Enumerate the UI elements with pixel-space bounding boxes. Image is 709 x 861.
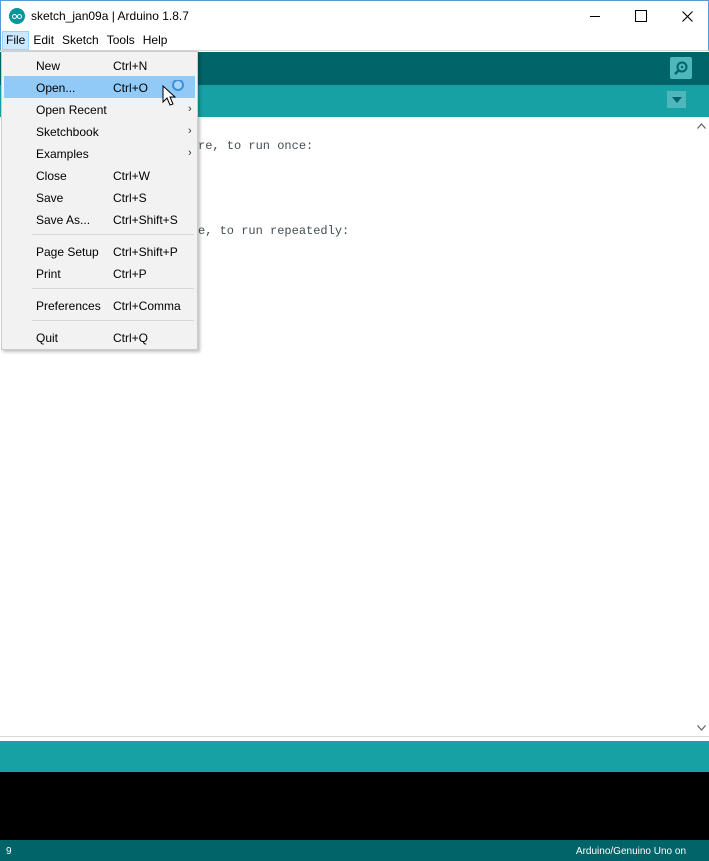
maximize-button[interactable] (618, 1, 664, 31)
code-line-setup-comment: re, to run once: (198, 139, 314, 153)
minimize-button[interactable] (572, 1, 618, 31)
close-button[interactable] (664, 1, 709, 31)
close-icon (681, 10, 693, 22)
file-menu-examples[interactable]: Examples › (4, 142, 195, 164)
file-menu-preferences[interactable]: Preferences Ctrl+Comma (4, 294, 195, 316)
menu-separator (32, 288, 194, 289)
chevron-up-icon (696, 122, 706, 129)
scroll-up-button[interactable] (693, 117, 709, 134)
chevron-down-icon (696, 724, 706, 731)
submenu-arrow-icon: › (188, 147, 192, 159)
arduino-logo-icon (9, 8, 25, 24)
file-menu-quit[interactable]: Quit Ctrl+Q (4, 326, 195, 348)
tab-menu-button[interactable] (667, 91, 686, 108)
file-menu-print[interactable]: Print Ctrl+P (4, 262, 195, 284)
mouse-pointer-busy-icon (162, 80, 184, 106)
board-info: Arduino/Genuino Uno on (575, 846, 686, 857)
window-title: sketch_jan09a | Arduino 1.8.7 (31, 9, 189, 23)
file-menu-page-setup[interactable]: Page Setup Ctrl+Shift+P (4, 240, 195, 262)
submenu-arrow-icon: › (188, 103, 192, 115)
file-menu-sketchbook[interactable]: Sketchbook › (4, 120, 195, 142)
menu-help[interactable]: Help (139, 31, 172, 50)
menu-edit[interactable]: Edit (29, 31, 58, 50)
code-line-loop-comment: e, to run repeatedly: (198, 224, 350, 238)
submenu-arrow-icon: › (188, 125, 192, 137)
serial-monitor-button[interactable] (670, 57, 692, 79)
message-bar (0, 741, 709, 772)
file-menu-new[interactable]: New Ctrl+N (4, 54, 195, 76)
magnifier-icon (674, 61, 688, 75)
title-bar: sketch_jan09a | Arduino 1.8.7 (0, 0, 709, 30)
menu-file[interactable]: File (2, 30, 30, 50)
menu-bar: File Edit Sketch Tools Help (0, 30, 709, 51)
file-menu-save[interactable]: Save Ctrl+S (4, 186, 195, 208)
file-menu-save-as[interactable]: Save As... Ctrl+Shift+S (4, 208, 195, 230)
menu-sketch[interactable]: Sketch (58, 31, 103, 50)
console-output (0, 772, 709, 840)
editor-vertical-scrollbar[interactable] (693, 117, 709, 736)
file-menu-close[interactable]: Close Ctrl+W (4, 164, 195, 186)
menu-tools[interactable]: Tools (103, 31, 139, 50)
scroll-down-button[interactable] (693, 719, 709, 736)
menu-separator (32, 320, 194, 321)
menu-separator (32, 234, 194, 235)
footer-status-bar: 9 Arduino/Genuino Uno on (0, 840, 709, 861)
line-number: 9 (6, 846, 12, 857)
